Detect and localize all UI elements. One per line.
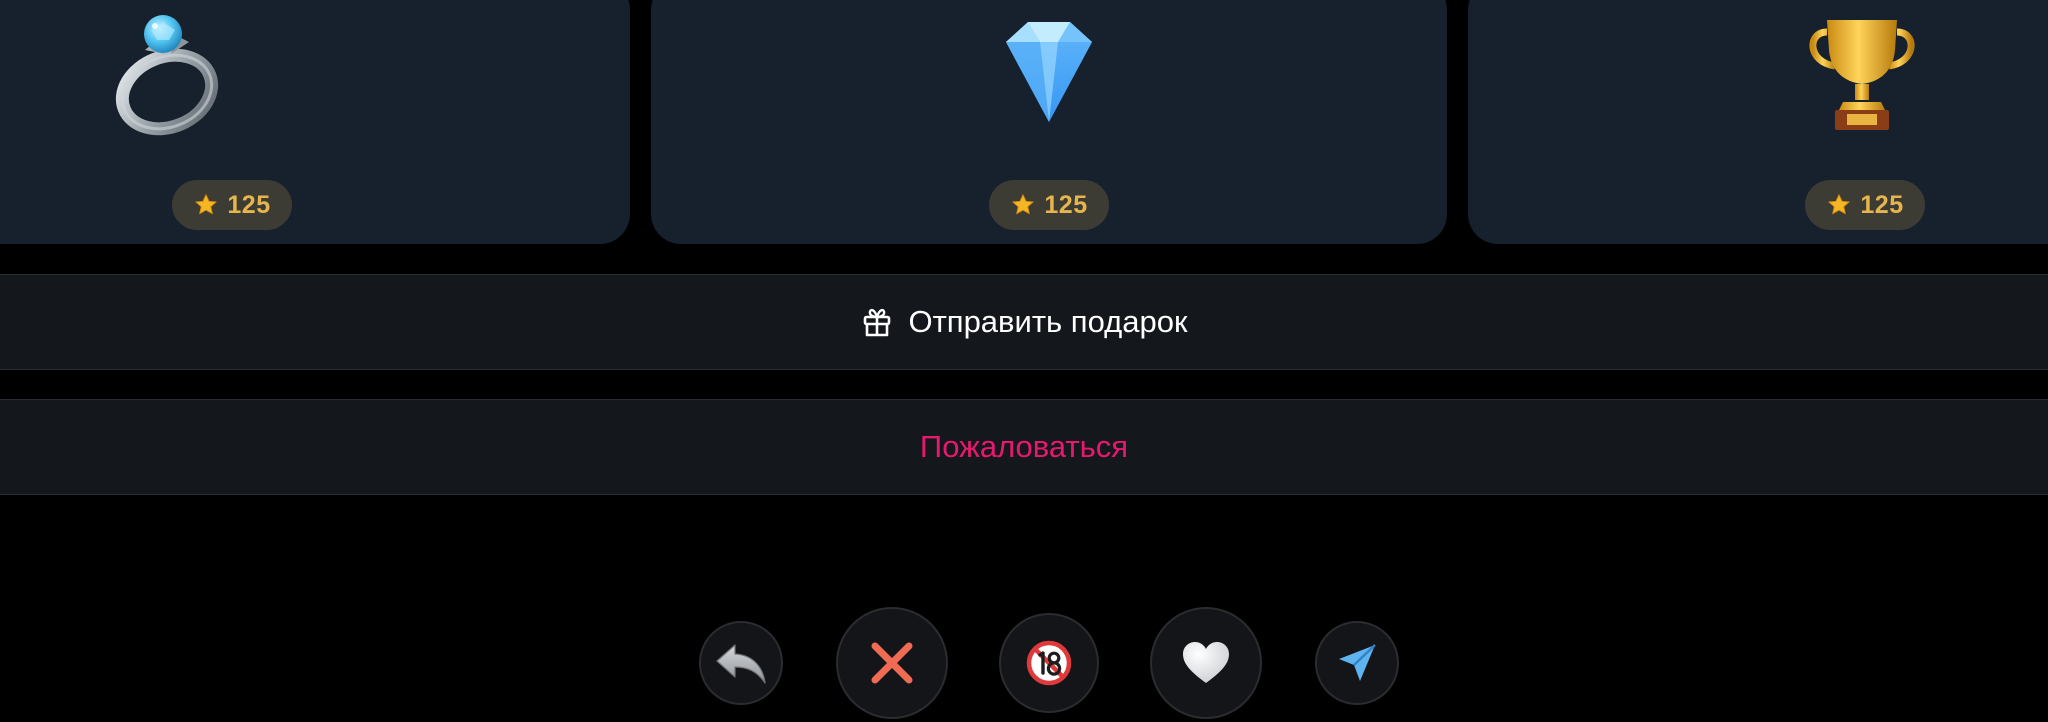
heart-icon (1183, 642, 1229, 683)
star-icon (195, 194, 218, 215)
gift-icon (864, 308, 891, 337)
gift-card-gem[interactable]: 125 (651, 0, 1447, 244)
gift-card-ring[interactable]: 125 (0, 0, 630, 244)
gem-icon (1006, 22, 1092, 122)
star-icon (1012, 194, 1035, 215)
send-message-button[interactable] (1315, 621, 1399, 705)
gift-price: 125 (1860, 190, 1904, 219)
send-gift-button[interactable]: Отправить подарок (0, 274, 2048, 370)
gift-price: 125 (227, 190, 271, 219)
reply-button[interactable] (699, 621, 783, 705)
send-icon (1339, 644, 1376, 681)
close-icon (871, 642, 913, 684)
no-under-18-icon (1026, 640, 1072, 686)
dislike-button[interactable] (836, 607, 948, 719)
send-gift-label: Отправить подарок (908, 304, 1188, 339)
gift-price-badge: 125 (172, 180, 292, 230)
like-button[interactable] (1150, 607, 1262, 719)
gift-price-badge: 125 (989, 180, 1109, 230)
trophy-icon (1809, 20, 1915, 130)
gift-price-badge: 125 (1805, 180, 1925, 230)
gift-card-trophy[interactable]: 125 (1468, 0, 2048, 244)
gift-price: 125 (1044, 190, 1088, 219)
nsfw-button[interactable] (999, 613, 1099, 713)
ring-icon (115, 15, 219, 136)
reply-icon (716, 644, 766, 684)
report-label: Пожаловаться (919, 429, 1129, 464)
report-button[interactable]: Пожаловаться (0, 399, 2048, 495)
star-icon (1828, 194, 1851, 215)
